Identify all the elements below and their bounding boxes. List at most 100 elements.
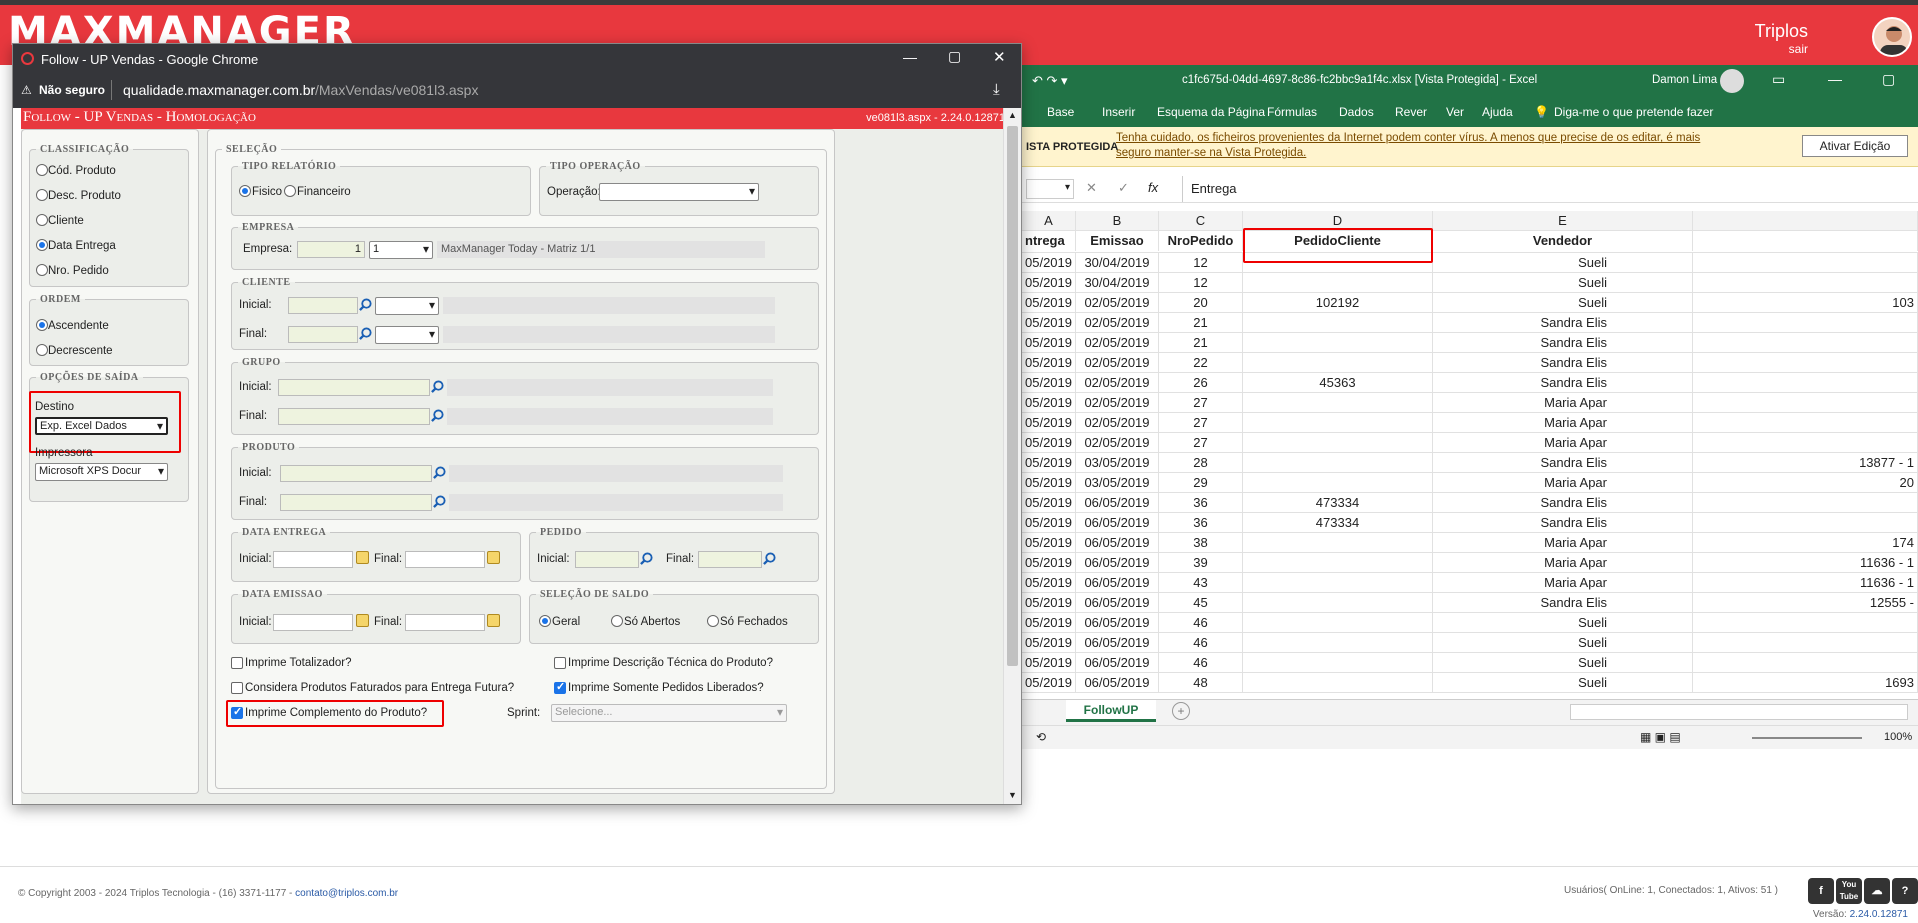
cell[interactable]: 06/05/2019: [1076, 553, 1159, 573]
cell[interactable]: 05/2019: [1022, 493, 1076, 513]
cell[interactable]: 05/2019: [1022, 553, 1076, 573]
cell[interactable]: 48: [1159, 673, 1243, 693]
grupo-final-input[interactable]: [278, 408, 430, 425]
cell[interactable]: 27: [1159, 433, 1243, 453]
cell[interactable]: 05/2019: [1022, 653, 1076, 673]
cell[interactable]: 174: [1693, 533, 1918, 553]
cancel-formula-icon[interactable]: ✕: [1086, 180, 1097, 196]
cell[interactable]: Maria Apar: [1433, 433, 1693, 453]
cell[interactable]: 02/05/2019: [1076, 393, 1159, 413]
cell[interactable]: 06/05/2019: [1076, 673, 1159, 693]
cell[interactable]: 05/2019: [1022, 413, 1076, 433]
cell[interactable]: [1243, 673, 1433, 693]
cell[interactable]: 12555 -: [1693, 593, 1918, 613]
cell[interactable]: 1693: [1693, 673, 1918, 693]
not-secure-label[interactable]: Não seguro: [39, 83, 105, 97]
cell[interactable]: 05/2019: [1022, 333, 1076, 353]
column-header[interactable]: [1693, 211, 1918, 231]
cliente-inicial-input[interactable]: [288, 297, 358, 314]
cell[interactable]: Sueli: [1433, 273, 1693, 293]
produto-inicial-input[interactable]: [280, 465, 432, 482]
cell[interactable]: Sueli: [1433, 253, 1693, 273]
minimize-icon[interactable]: —: [1828, 71, 1842, 87]
cell[interactable]: NroPedido: [1159, 231, 1243, 251]
cell[interactable]: [1693, 433, 1918, 453]
excel-user-avatar[interactable]: [1720, 69, 1744, 93]
cliente-inicial-select[interactable]: [375, 297, 439, 315]
normal-view-icon[interactable]: ▦ ▣ ▤: [1640, 730, 1681, 744]
search-icon[interactable]: [433, 466, 446, 479]
cell[interactable]: [1243, 453, 1433, 473]
cell[interactable]: 30/04/2019: [1076, 253, 1159, 273]
cell[interactable]: 13877 - 1: [1693, 453, 1918, 473]
cell[interactable]: 12: [1159, 273, 1243, 293]
popup-scrollbar[interactable]: ▲ ▼: [1003, 108, 1021, 804]
cell[interactable]: 21: [1159, 333, 1243, 353]
radio-cliente[interactable]: [36, 214, 48, 226]
checkbox-somente-liberados[interactable]: [554, 680, 566, 694]
cell[interactable]: Maria Apar: [1433, 533, 1693, 553]
cell[interactable]: 05/2019: [1022, 613, 1076, 633]
cell[interactable]: Sandra Elis: [1433, 333, 1693, 353]
radio-financeiro[interactable]: [284, 185, 296, 197]
contact-email-link[interactable]: contato@triplos.com.br: [295, 888, 398, 899]
warning-icon[interactable]: ⚠: [21, 83, 32, 97]
radio-data-entrega[interactable]: [36, 239, 48, 251]
cell[interactable]: 45363: [1243, 373, 1433, 393]
cell[interactable]: [1243, 573, 1433, 593]
ribbon-tab-inserir[interactable]: Inserir: [1102, 105, 1135, 119]
cell[interactable]: [1243, 593, 1433, 613]
cell[interactable]: 11636 - 1: [1693, 553, 1918, 573]
ribbon-tab-ajuda[interactable]: Ajuda: [1482, 105, 1513, 119]
radio-cod-produto[interactable]: [36, 164, 48, 176]
cell[interactable]: [1693, 513, 1918, 533]
accessibility-icon[interactable]: ⟲: [1036, 730, 1046, 744]
cell[interactable]: 102192: [1243, 293, 1433, 313]
search-icon[interactable]: [433, 495, 446, 508]
cell[interactable]: [1243, 653, 1433, 673]
add-sheet-icon[interactable]: +: [1172, 702, 1190, 720]
data-entrega-final-input[interactable]: [405, 551, 485, 568]
function-icon[interactable]: fx: [1148, 180, 1158, 195]
cell[interactable]: 22: [1159, 353, 1243, 373]
cell[interactable]: 06/05/2019: [1076, 573, 1159, 593]
ribbon-tab-formulas[interactable]: Fórmulas: [1267, 105, 1317, 119]
cell[interactable]: [1693, 653, 1918, 673]
column-header[interactable]: C: [1159, 211, 1243, 231]
cell[interactable]: 05/2019: [1022, 673, 1076, 693]
cell[interactable]: 02/05/2019: [1076, 413, 1159, 433]
cell[interactable]: [1243, 333, 1433, 353]
cell[interactable]: Sandra Elis: [1433, 593, 1693, 613]
youtube-icon[interactable]: You Tube: [1836, 878, 1862, 904]
cell[interactable]: 27: [1159, 413, 1243, 433]
cell[interactable]: Maria Apar: [1433, 473, 1693, 493]
ribbon-display-icon[interactable]: ▭: [1772, 71, 1785, 88]
url-path[interactable]: /MaxVendas/ve081l3.aspx: [315, 82, 478, 98]
cell[interactable]: Vendedor: [1433, 231, 1693, 251]
url-host[interactable]: qualidade.maxmanager.com.br: [123, 82, 315, 98]
checkbox-desc-tecnica[interactable]: [554, 657, 566, 669]
cell[interactable]: [1693, 633, 1918, 653]
cell[interactable]: 27: [1159, 393, 1243, 413]
cell[interactable]: 06/05/2019: [1076, 533, 1159, 553]
formula-input[interactable]: Entrega: [1182, 176, 1918, 202]
download-icon[interactable]: ⤓: [993, 81, 1000, 98]
cell[interactable]: [1693, 353, 1918, 373]
cell[interactable]: Maria Apar: [1433, 553, 1693, 573]
logout-link[interactable]: sair: [1789, 42, 1808, 56]
cell[interactable]: Sueli: [1433, 613, 1693, 633]
cell[interactable]: 39: [1159, 553, 1243, 573]
cell[interactable]: 02/05/2019: [1076, 433, 1159, 453]
cell[interactable]: 05/2019: [1022, 513, 1076, 533]
cell[interactable]: 46: [1159, 633, 1243, 653]
ribbon-tab-base[interactable]: Base: [1047, 105, 1074, 119]
undo-icon[interactable]: ↶ ↷ ▾: [1032, 73, 1068, 89]
cell[interactable]: 36: [1159, 493, 1243, 513]
checkbox-totalizador[interactable]: [231, 657, 243, 669]
cell[interactable]: [1693, 253, 1918, 273]
cell[interactable]: 06/05/2019: [1076, 653, 1159, 673]
cell[interactable]: 103: [1693, 293, 1918, 313]
user-avatar[interactable]: [1872, 17, 1912, 57]
cell[interactable]: 05/2019: [1022, 373, 1076, 393]
cell[interactable]: 02/05/2019: [1076, 333, 1159, 353]
